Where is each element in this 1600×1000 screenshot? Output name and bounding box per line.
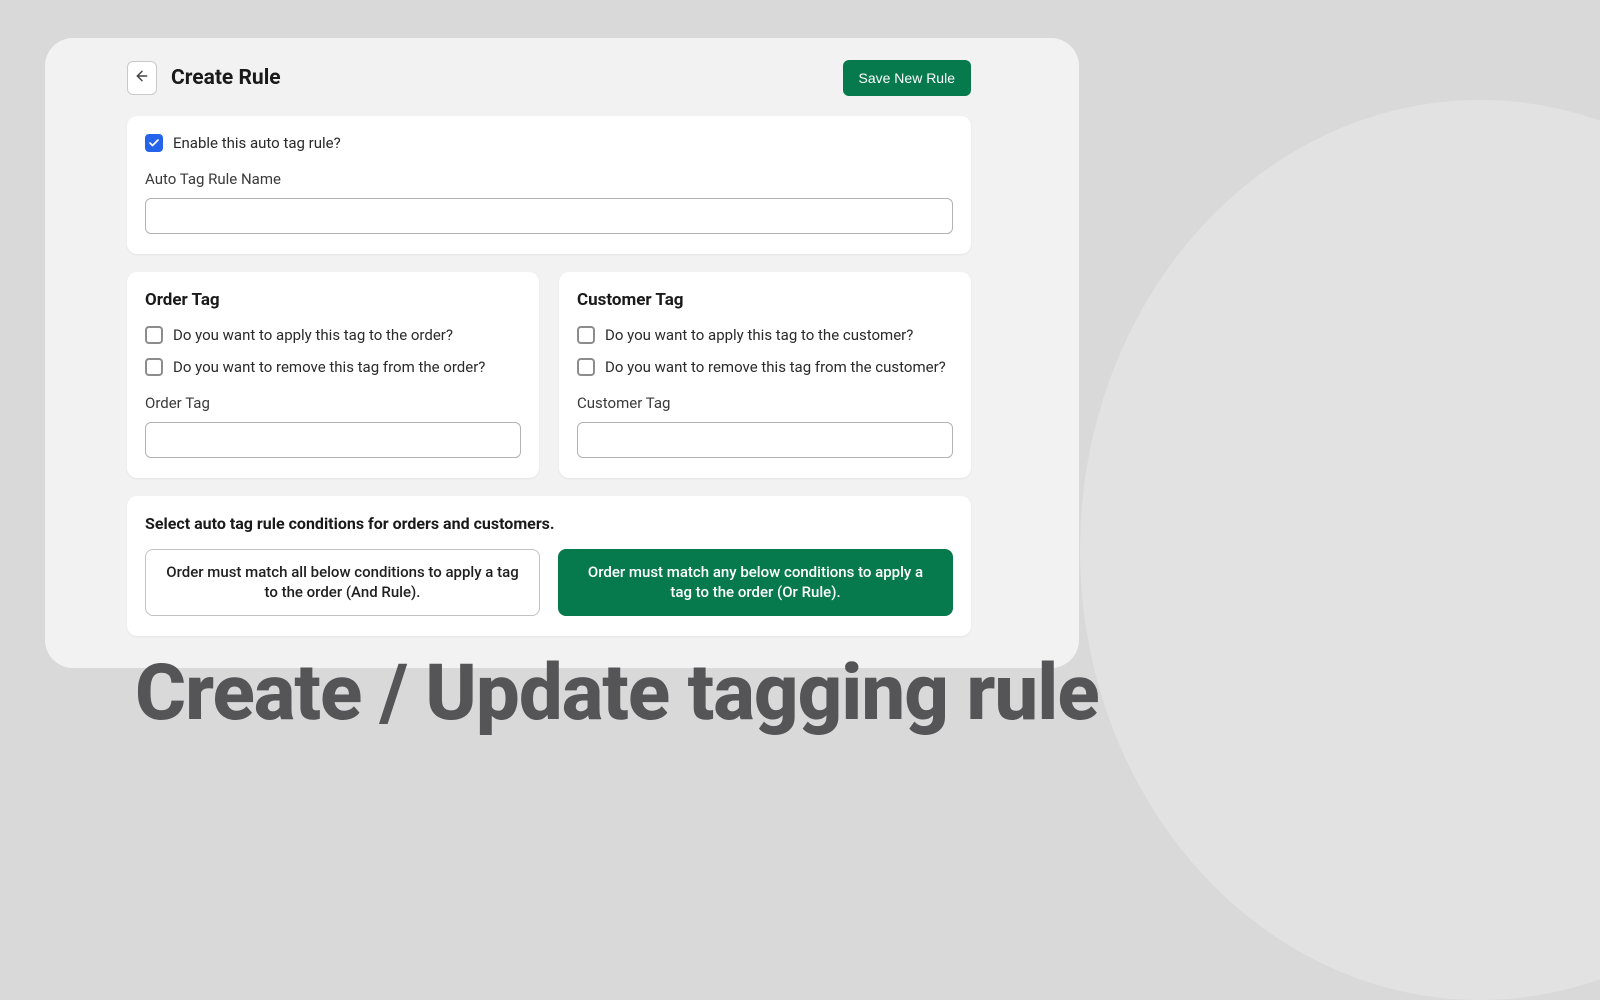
page-title: Create Rule	[171, 66, 281, 90]
customer-remove-label: Do you want to remove this tag from the …	[605, 358, 946, 376]
and-rule-button[interactable]: Order must match all below conditions to…	[145, 549, 540, 616]
check-icon	[148, 134, 160, 153]
customer-remove-checkbox[interactable]	[577, 358, 595, 376]
background-decoration	[1080, 100, 1600, 1000]
customer-tag-input-label: Customer Tag	[577, 394, 953, 412]
customer-apply-row: Do you want to apply this tag to the cus…	[577, 326, 953, 344]
header-left: Create Rule	[127, 61, 281, 95]
order-apply-label: Do you want to apply this tag to the ord…	[173, 326, 453, 344]
rule-type-buttons: Order must match all below conditions to…	[145, 549, 953, 616]
order-tag-panel: Order Tag Do you want to apply this tag …	[127, 272, 539, 478]
order-apply-checkbox[interactable]	[145, 326, 163, 344]
customer-tag-title: Customer Tag	[577, 290, 953, 310]
rule-name-panel: Enable this auto tag rule? Auto Tag Rule…	[127, 116, 971, 254]
header-row: Create Rule Save New Rule	[127, 60, 971, 96]
order-tag-input-label: Order Tag	[145, 394, 521, 412]
conditions-title: Select auto tag rule conditions for orde…	[145, 514, 953, 533]
order-tag-input[interactable]	[145, 422, 521, 458]
customer-remove-row: Do you want to remove this tag from the …	[577, 358, 953, 376]
customer-tag-input[interactable]	[577, 422, 953, 458]
order-remove-checkbox[interactable]	[145, 358, 163, 376]
order-tag-title: Order Tag	[145, 290, 521, 310]
tag-columns: Order Tag Do you want to apply this tag …	[127, 272, 971, 478]
order-remove-row: Do you want to remove this tag from the …	[145, 358, 521, 376]
enable-rule-label: Enable this auto tag rule?	[173, 134, 341, 152]
customer-tag-panel: Customer Tag Do you want to apply this t…	[559, 272, 971, 478]
customer-apply-label: Do you want to apply this tag to the cus…	[605, 326, 913, 344]
rule-name-label: Auto Tag Rule Name	[145, 170, 953, 188]
page-caption: Create / Update tagging rule	[135, 648, 1099, 739]
order-remove-label: Do you want to remove this tag from the …	[173, 358, 485, 376]
conditions-panel: Select auto tag rule conditions for orde…	[127, 496, 971, 636]
enable-rule-checkbox[interactable]	[145, 134, 163, 152]
arrow-left-icon	[134, 68, 150, 88]
order-apply-row: Do you want to apply this tag to the ord…	[145, 326, 521, 344]
save-new-rule-button[interactable]: Save New Rule	[843, 60, 972, 96]
rule-name-input[interactable]	[145, 198, 953, 234]
customer-apply-checkbox[interactable]	[577, 326, 595, 344]
or-rule-button[interactable]: Order must match any below conditions to…	[558, 549, 953, 616]
enable-rule-row: Enable this auto tag rule?	[145, 134, 953, 152]
back-button[interactable]	[127, 61, 157, 95]
main-card: Create Rule Save New Rule Enable this au…	[45, 38, 1079, 668]
